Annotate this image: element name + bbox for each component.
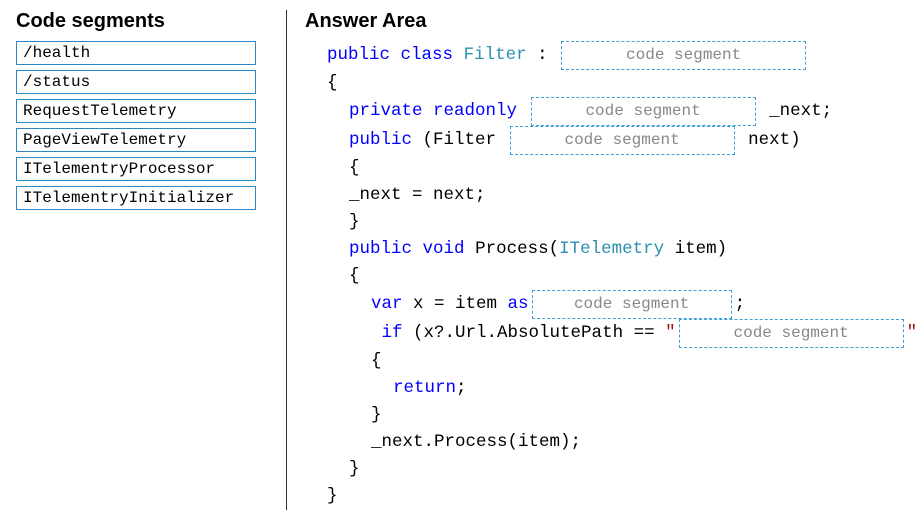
code-line: { <box>305 155 921 182</box>
code-block: public class Filter : code segment { pri… <box>305 41 921 510</box>
code-line: return; <box>305 375 921 402</box>
code-line: { <box>305 263 921 290</box>
keyword-return: return <box>393 378 456 398</box>
code-line: public class Filter : code segment <box>305 41 921 70</box>
column-divider <box>286 10 287 510</box>
keyword-as: as <box>508 294 529 314</box>
code-segments-heading: Code segments <box>16 10 272 33</box>
keyword-public: public <box>349 130 412 150</box>
code-line: private readonly code segment _next; <box>305 97 921 126</box>
code-line: public (Filter code segment next) <box>305 126 921 155</box>
type-filter: Filter <box>464 45 527 65</box>
colon: : <box>537 45 548 65</box>
semicolon: ; <box>456 378 467 398</box>
code-line: } <box>305 402 921 429</box>
segment-item[interactable]: /health <box>16 41 256 65</box>
segment-item[interactable]: PageViewTelemetry <box>16 128 256 152</box>
segment-item[interactable]: /status <box>16 70 256 94</box>
lparen: ( <box>423 130 434 150</box>
close-paren: ) <box>917 323 921 343</box>
drop-target[interactable]: code segment <box>510 126 735 155</box>
semicolon: ; <box>735 294 746 314</box>
segment-list: /health /status RequestTelemetry PageVie… <box>16 41 272 210</box>
type-itelemetry: ITelemetry <box>559 239 664 259</box>
param-item: item) <box>664 239 727 259</box>
keyword-public: public <box>327 45 390 65</box>
drop-target[interactable]: code segment <box>679 319 904 348</box>
string-quote: " <box>907 323 918 343</box>
keyword-private: private <box>349 101 423 121</box>
code-segments-panel: Code segments /health /status RequestTel… <box>16 10 272 510</box>
string-quote: " <box>665 323 676 343</box>
condition-open: (x?.Url.AbsolutePath == <box>403 323 666 343</box>
keyword-var: var <box>371 294 403 314</box>
answer-area-heading: Answer Area <box>305 10 921 33</box>
expr-x-eq-item: x = item <box>403 294 508 314</box>
identifier-filter: Filter <box>433 130 496 150</box>
keyword-public: public <box>349 239 412 259</box>
code-line: { <box>305 348 921 375</box>
keyword-readonly: readonly <box>433 101 517 121</box>
code-line: public void Process(ITelemetry item) <box>305 236 921 263</box>
semicolon: ; <box>822 101 833 121</box>
rparen: ) <box>790 130 801 150</box>
code-line: var x = item ascode segment; <box>305 290 921 319</box>
drop-target[interactable]: code segment <box>531 97 756 126</box>
keyword-void: void <box>423 239 465 259</box>
code-line: } <box>305 209 921 236</box>
segment-item[interactable]: RequestTelemetry <box>16 99 256 123</box>
code-line: { <box>305 70 921 97</box>
drop-target[interactable]: code segment <box>532 290 732 319</box>
identifier-next: _next <box>769 101 822 121</box>
code-line: if (x?.Url.AbsolutePath == "code segment… <box>305 319 921 348</box>
layout-columns: Code segments /health /status RequestTel… <box>16 10 905 510</box>
keyword-if: if <box>382 323 403 343</box>
segment-item[interactable]: ITelementryInitializer <box>16 186 256 210</box>
keyword-class: class <box>401 45 454 65</box>
code-line: _next = next; <box>305 182 921 209</box>
code-line: } <box>305 456 921 483</box>
identifier-next: next <box>748 130 790 150</box>
code-line: _next.Process(item); <box>305 429 921 456</box>
answer-area-panel: Answer Area public class Filter : code s… <box>305 10 921 510</box>
method-process: Process( <box>475 239 559 259</box>
segment-item[interactable]: ITelementryProcessor <box>16 157 256 181</box>
code-line: } <box>305 483 921 510</box>
drop-target[interactable]: code segment <box>561 41 806 70</box>
